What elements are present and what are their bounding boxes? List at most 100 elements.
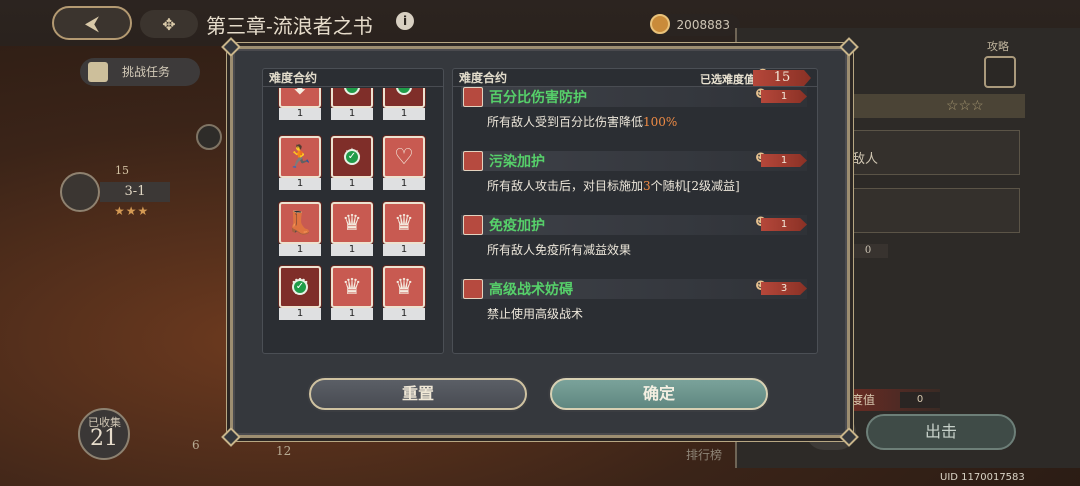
info-icon[interactable]: i: [396, 12, 414, 30]
contract-tile-face[interactable]: ♛: [383, 202, 425, 244]
enemy-run-icon: 🏃: [286, 144, 314, 170]
description-highlight: 100%: [643, 115, 678, 129]
description-text: 所有敌人受到百分比伤害降低: [487, 115, 644, 129]
map-node[interactable]: [196, 124, 222, 150]
contract-icon: [463, 215, 483, 235]
contract-tile[interactable]: 👢 1: [279, 202, 321, 256]
strategy-label: 攻略: [987, 40, 1009, 53]
stage-label[interactable]: 3-1: [100, 182, 170, 202]
contract-tile[interactable]: 🏃 1: [279, 136, 321, 190]
contract-row[interactable]: 百分比伤害防护 ☻ 1: [461, 87, 807, 107]
back-arrow-icon: ⮜: [84, 11, 100, 35]
boot-up-icon: 👢: [286, 210, 314, 236]
description-text: 个随机[2级减益]: [650, 179, 740, 193]
stage-level: 15: [115, 164, 129, 177]
selected-difficulty-value: 15: [753, 70, 811, 86]
contract-tile[interactable]: ♛ 1: [383, 266, 425, 320]
contract-cost: 1: [761, 154, 807, 167]
chapter-title: 第三章-流浪者之书: [206, 14, 373, 38]
contract-tile-face[interactable]: ♛: [383, 266, 425, 308]
leaderboard-label[interactable]: 排行榜: [686, 446, 722, 463]
tile-count: 1: [383, 178, 425, 190]
contract-tile[interactable]: ♛ 1: [383, 202, 425, 256]
contract-grid[interactable]: ⬇1⊘✓1♥✓1🏃1✸✓1♡1👢1♛1♛1♛✓1♛1♛1: [263, 88, 443, 354]
empty-stars: ☆☆☆: [946, 98, 984, 114]
contract-tile[interactable]: ♥✓1: [383, 88, 425, 120]
stage-node-icon[interactable]: [60, 172, 100, 212]
counter-value: 0: [848, 244, 888, 258]
contract-title: 百分比伤害防护: [489, 90, 587, 106]
contract-icon: [463, 87, 483, 107]
contract-tile-face[interactable]: 👢: [279, 202, 321, 244]
crowned-head-icon: ♛: [342, 274, 362, 300]
contract-cost: 1: [761, 90, 807, 103]
contract-tile[interactable]: ♛ 1: [331, 202, 373, 256]
tile-count: 1: [331, 308, 373, 320]
home-menu-button[interactable]: ✥: [140, 10, 198, 38]
confirm-button[interactable]: 确定: [550, 378, 768, 410]
grid-icon: ✥: [162, 14, 176, 34]
contract-row[interactable]: 免疫加护 ☻ 1: [461, 215, 807, 235]
coin-icon: [650, 14, 670, 34]
collected-value: 21: [90, 426, 118, 451]
tile-count: 1: [279, 308, 321, 320]
contract-description: 禁止使用高级战术: [487, 305, 583, 322]
contract-title: 高级战术妨碍: [489, 282, 573, 298]
contract-tile[interactable]: ⊘✓1: [331, 88, 373, 120]
contract-icon: [463, 279, 483, 299]
description-highlight: 3: [643, 179, 651, 193]
sortie-button[interactable]: 出击: [866, 414, 1016, 450]
contract-tile[interactable]: ♛✓1: [279, 266, 321, 320]
tile-count: 1: [331, 244, 373, 256]
tile-count: 1: [383, 308, 425, 320]
uid-label: UID 1170017583: [940, 472, 1025, 483]
info-card: [845, 188, 1020, 233]
contract-description: 所有敌人免疫所有减益效果: [487, 241, 631, 258]
tile-count: 1: [383, 108, 425, 120]
contract-cost: 3: [761, 282, 807, 295]
reset-button[interactable]: 重置: [309, 378, 527, 410]
description-text: 所有敌人免疫所有减益效果: [487, 243, 632, 257]
contract-title: 污染加护: [489, 154, 545, 170]
contract-list-panel: 难度合约 已选难度值 ☻ 15 百分比伤害防护☻1所有敌人受到百分比伤害降低10…: [452, 67, 818, 354]
contract-icon: [463, 151, 483, 171]
heart-plus-icon: ♡: [394, 144, 414, 170]
crowned-head-icon: ♛: [394, 274, 414, 300]
contract-row[interactable]: 高级战术妨碍 ☻ 3: [461, 279, 807, 299]
contract-tile[interactable]: ♡ 1: [383, 136, 425, 190]
contract-cost: 1: [761, 218, 807, 231]
contract-tile-face[interactable]: ♛: [331, 266, 373, 308]
contract-description: 所有敌人受到百分比伤害降低100%: [487, 113, 677, 130]
contract-tile-face[interactable]: ♡: [383, 136, 425, 178]
crowned-head-icon: ♛: [342, 210, 362, 236]
tile-count: 1: [279, 108, 321, 120]
contract-tile-face[interactable]: 🏃: [279, 136, 321, 178]
shield-down-icon: ⬇: [291, 88, 309, 100]
scroll-icon: [88, 62, 108, 82]
selected-difficulty-label: 已选难度值: [700, 73, 755, 86]
description-text: 所有敌人攻击后，对目标施加: [487, 179, 644, 193]
tile-count: 1: [331, 108, 373, 120]
description-text: 禁止使用高级战术: [487, 307, 584, 321]
contract-tile[interactable]: ♛ 1: [331, 266, 373, 320]
contract-tile[interactable]: ⬇1: [279, 88, 321, 120]
contract-description: 所有敌人攻击后，对目标施加3个随机[2级减益]: [487, 177, 740, 194]
crowned-head-icon: ♛: [394, 210, 414, 236]
panel-title: 难度合约: [263, 69, 443, 87]
stage-stars: ★★★: [114, 204, 150, 218]
tile-count: 1: [331, 178, 373, 190]
map-node-value: 6: [192, 438, 200, 452]
map-node-value: 12: [276, 444, 292, 458]
tile-count: 1: [383, 244, 425, 256]
back-button[interactable]: ⮜: [52, 6, 132, 40]
contract-row[interactable]: 污染加护 ☻ 1: [461, 151, 807, 171]
contract-tile-face[interactable]: ⬇: [279, 88, 321, 108]
contract-tile-face[interactable]: ♛: [331, 202, 373, 244]
contract-title: 免疫加护: [489, 218, 545, 234]
strategy-book-icon[interactable]: [984, 56, 1016, 88]
difficulty-value: 0: [900, 392, 940, 408]
contract-grid-panel: 难度合约 ⬇1⊘✓1♥✓1🏃1✸✓1♡1👢1♛1♛1♛✓1♛1♛1: [262, 68, 444, 354]
enemy-label: 敌人: [852, 152, 879, 167]
contract-tile[interactable]: ✸✓1: [331, 136, 373, 190]
tile-count: 1: [279, 244, 321, 256]
